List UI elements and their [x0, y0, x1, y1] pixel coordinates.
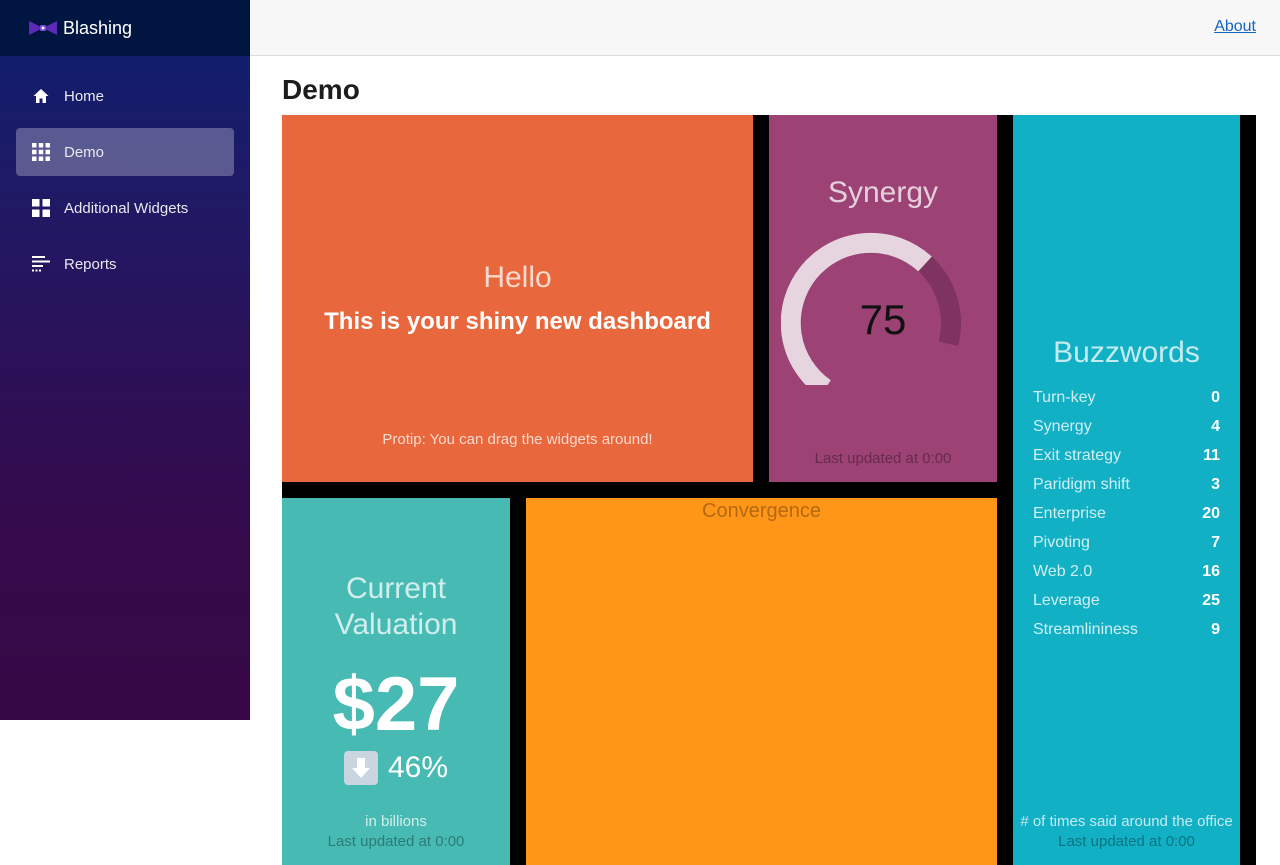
valuation-value: $27 [332, 662, 460, 747]
list-item: Paridigm shift 3 [1033, 470, 1220, 499]
gauge-value: 75 [859, 296, 907, 343]
bowtie-logo-icon [29, 21, 57, 35]
updated-at: Last updated at 0:00 [327, 833, 465, 850]
buzzwords-widget[interactable]: Buzzwords Turn-key 0 Synergy 4 Exit strate… [1013, 115, 1240, 865]
widget-title: Hello [483, 261, 552, 294]
dashboard-grid: Hello This is your shiny new dashboard P… [282, 115, 1256, 865]
sidebar: Blashing Home Demo Additional Widgets Re… [0, 0, 250, 720]
list-item: Synergy 4 [1033, 412, 1220, 441]
buzzword-count: 3 [1211, 476, 1220, 493]
buzzword-label: Turn-key [1033, 389, 1096, 406]
sidebar-item-additional-widgets[interactable]: Additional Widgets [16, 184, 234, 232]
widget-more-info: Protip: You can drag the widgets around! [382, 431, 653, 448]
convergence-widget[interactable]: Convergence [526, 498, 997, 865]
buzzword-count: 9 [1211, 621, 1220, 638]
sidebar-item-label: Home [64, 87, 105, 105]
buzzword-label: Enterprise [1033, 505, 1106, 522]
sidebar-item-label: Reports [64, 255, 117, 273]
widget-title: Convergence [702, 500, 821, 522]
updated-at: Last updated at 0:00 [1058, 833, 1195, 850]
sidebar-item-label: Demo [64, 143, 105, 161]
buzzword-label: Leverage [1033, 592, 1100, 609]
grid-icon [32, 143, 50, 161]
buzzword-count: 7 [1211, 534, 1220, 551]
widget-more-info: in billions [365, 813, 427, 830]
list-item: Enterprise 20 [1033, 499, 1220, 528]
buzzword-count: 11 [1203, 447, 1220, 464]
top-bar: About [250, 0, 1280, 56]
widget-title: Current Valuation [334, 572, 458, 641]
widgets-icon [32, 199, 50, 217]
buzzword-label: Paridigm shift [1033, 476, 1130, 493]
buzzword-label: Web 2.0 [1033, 563, 1093, 580]
list-item: Streamlininess 9 [1033, 615, 1220, 644]
page-title: Demo [282, 74, 360, 105]
sidebar-item-demo[interactable]: Demo [16, 128, 234, 176]
list-item: Web 2.0 16 [1033, 557, 1220, 586]
synergy-widget[interactable]: Synergy 75 Last updated at 0:00 [769, 115, 997, 482]
widget-title: Synergy [827, 176, 939, 209]
list-item: Exit strategy 11 [1033, 441, 1220, 470]
buzzword-label: Exit strategy [1033, 447, 1122, 464]
buzzword-count: 0 [1211, 389, 1220, 406]
brand[interactable]: Blashing [0, 0, 250, 56]
valuation-widget[interactable]: Current Valuation $27 46% in billions La… [282, 498, 510, 865]
list-item: Pivoting 7 [1033, 528, 1220, 557]
buzzword-list: Turn-key 0 Synergy 4 Exit strategy 11 Parid… [1033, 383, 1220, 644]
sidebar-nav: Home Demo Additional Widgets Reports [0, 56, 250, 312]
home-icon [32, 87, 50, 105]
buzzword-label: Synergy [1033, 418, 1092, 435]
widget-title: Buzzwords [1053, 336, 1200, 369]
reports-icon [32, 255, 50, 273]
valuation-change: 46% [282, 751, 510, 785]
buzzword-count: 16 [1202, 563, 1220, 580]
buzzword-label: Streamlininess [1033, 621, 1138, 638]
app-name: Blashing [63, 17, 133, 38]
change-percent: 46% [387, 751, 449, 784]
sidebar-item-reports[interactable]: Reports [16, 240, 234, 288]
about-link[interactable]: About [1214, 18, 1256, 36]
buzzword-count: 25 [1202, 592, 1220, 609]
sidebar-item-home[interactable]: Home [16, 72, 234, 120]
arrow-down-icon [343, 751, 378, 785]
buzzword-count: 4 [1211, 418, 1220, 435]
sidebar-item-label: Additional Widgets [64, 199, 189, 217]
list-item: Turn-key 0 [1033, 383, 1220, 412]
buzzword-label: Pivoting [1033, 534, 1090, 551]
buzzword-count: 20 [1202, 505, 1220, 522]
widget-text: This is your shiny new dashboard [324, 308, 711, 335]
widget-more-info: # of times said around the office [1020, 813, 1233, 830]
updated-at: Last updated at 0:00 [814, 450, 952, 467]
hello-widget[interactable]: Hello This is your shiny new dashboard P… [282, 115, 753, 482]
list-item: Leverage 25 [1033, 586, 1220, 615]
